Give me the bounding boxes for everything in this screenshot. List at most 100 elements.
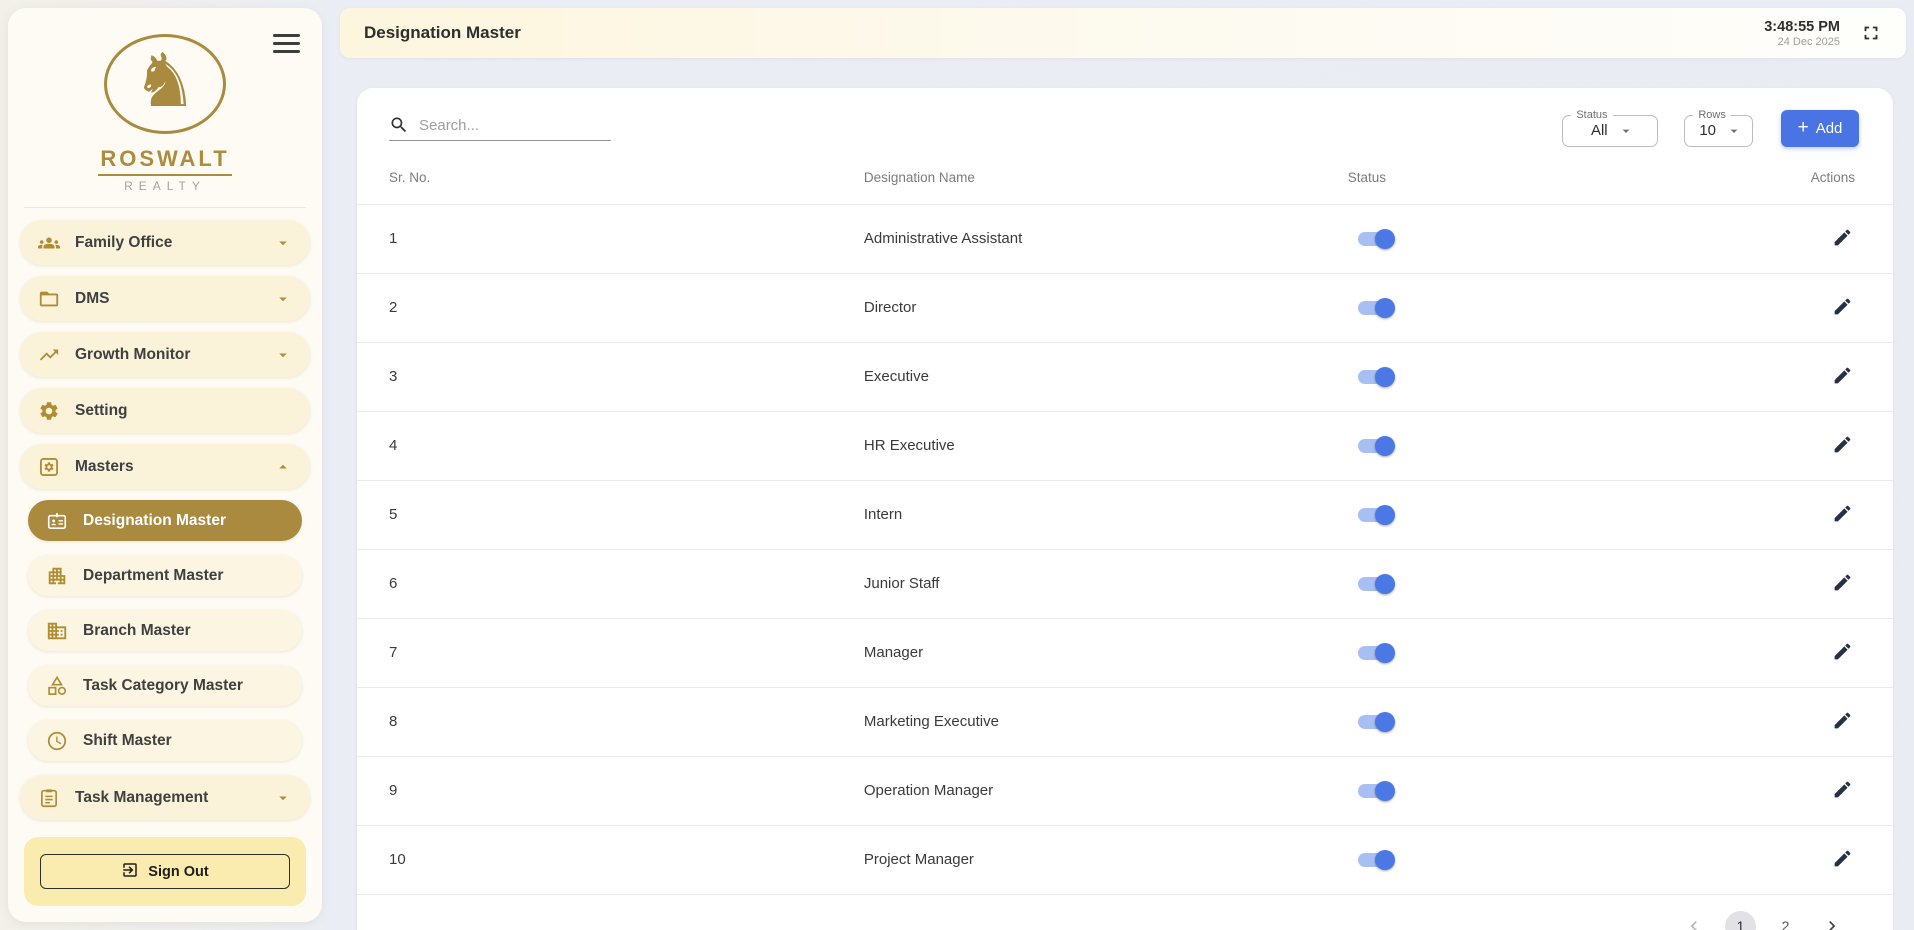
cell-status: [1348, 825, 1755, 894]
clock: 3:48:55 PM 24 Dec 2025: [1764, 19, 1840, 48]
cell-designation-name: Junior Staff: [864, 549, 1348, 618]
status-toggle[interactable]: [1358, 643, 1395, 663]
clock-icon: [46, 730, 68, 752]
status-toggle[interactable]: [1358, 574, 1395, 594]
sidebar-item-label: Setting: [75, 402, 128, 420]
cell-sr-no: 4: [357, 411, 864, 480]
table-row: 7 Manager: [357, 618, 1893, 687]
sign-out-button[interactable]: Sign Out: [40, 854, 290, 889]
chevron-right-icon: [1822, 916, 1842, 930]
cell-status: [1348, 342, 1755, 411]
sidebar: ♞ ROSWALT REALTY Family Office DMS Growt…: [8, 8, 322, 922]
pencil-icon: [1832, 503, 1853, 524]
edit-button[interactable]: [1830, 294, 1855, 322]
sidebar-item-setting[interactable]: Setting: [20, 388, 310, 433]
status-toggle[interactable]: [1358, 781, 1395, 801]
cell-designation-name: Administrative Assistant: [864, 204, 1348, 273]
edit-button[interactable]: [1830, 432, 1855, 460]
sidebar-item-branch-master[interactable]: Branch Master: [28, 610, 302, 651]
badge-icon: [46, 510, 68, 532]
sidebar-item-label: Designation Master: [83, 512, 226, 530]
cell-sr-no: 2: [357, 273, 864, 342]
brand-tagline: REALTY: [124, 179, 206, 193]
edit-button[interactable]: [1830, 846, 1855, 874]
sidebar-item-dms[interactable]: DMS: [20, 276, 310, 321]
sidebar-item-label: Branch Master: [83, 622, 191, 640]
edit-button[interactable]: [1830, 570, 1855, 598]
cell-sr-no: 3: [357, 342, 864, 411]
toolbar: Status All Rows 10 + Add: [357, 88, 1893, 150]
edit-button[interactable]: [1830, 639, 1855, 667]
previous-page-button[interactable]: [1679, 911, 1709, 930]
sidebar-item-designation-master[interactable]: Designation Master: [28, 500, 302, 541]
edit-button[interactable]: [1830, 777, 1855, 805]
status-toggle[interactable]: [1358, 367, 1395, 387]
edit-button[interactable]: [1830, 225, 1855, 253]
fullscreen-icon[interactable]: [1860, 22, 1882, 44]
pencil-icon: [1832, 227, 1853, 248]
sidebar-item-label: Shift Master: [83, 732, 172, 750]
cell-actions: [1755, 618, 1893, 687]
column-header-sr-no: Sr. No.: [357, 152, 864, 204]
clipboard-icon: [38, 787, 60, 809]
status-toggle[interactable]: [1358, 850, 1395, 870]
divider: [24, 207, 306, 208]
page-title: Designation Master: [364, 23, 521, 43]
sidebar-item-growth-monitor[interactable]: Growth Monitor: [20, 332, 310, 377]
pencil-icon: [1832, 434, 1853, 455]
chevron-down-icon: [274, 290, 292, 308]
sidebar-item-task-management[interactable]: Task Management: [20, 775, 310, 820]
cell-designation-name: Intern: [864, 480, 1348, 549]
category-icon: [46, 675, 68, 697]
edit-button[interactable]: [1830, 363, 1855, 391]
pencil-icon: [1832, 365, 1853, 386]
status-toggle[interactable]: [1358, 298, 1395, 318]
next-page-button[interactable]: [1817, 911, 1847, 930]
cell-actions: [1755, 204, 1893, 273]
cell-actions: [1755, 273, 1893, 342]
cell-status: [1348, 756, 1755, 825]
status-filter-select[interactable]: Status All: [1562, 109, 1658, 147]
search-box: [389, 115, 611, 141]
page-button-1[interactable]: 1: [1725, 911, 1756, 930]
family-office-icon: [38, 232, 60, 254]
cell-actions: [1755, 411, 1893, 480]
sidebar-item-shift-master[interactable]: Shift Master: [28, 720, 302, 761]
cell-sr-no: 7: [357, 618, 864, 687]
cell-designation-name: Executive: [864, 342, 1348, 411]
sidebar-item-family-office[interactable]: Family Office: [20, 220, 310, 265]
column-header-status: Status: [1348, 152, 1755, 204]
pencil-icon: [1832, 572, 1853, 593]
gear-icon: [38, 400, 60, 422]
clock-time: 3:48:55 PM: [1764, 19, 1840, 35]
sidebar-item-label: DMS: [75, 290, 109, 308]
status-toggle[interactable]: [1358, 712, 1395, 732]
search-input[interactable]: [419, 117, 611, 134]
status-toggle[interactable]: [1358, 229, 1395, 249]
status-toggle[interactable]: [1358, 505, 1395, 525]
rows-per-page-select[interactable]: Rows 10: [1684, 109, 1753, 147]
cell-status: [1348, 549, 1755, 618]
cell-status: [1348, 480, 1755, 549]
table-header-row: Sr. No. Designation Name Status Actions: [357, 152, 1893, 204]
cell-actions: [1755, 687, 1893, 756]
brand-logo: ♞: [104, 34, 226, 134]
table-row: 2 Director: [357, 273, 1893, 342]
add-button[interactable]: + Add: [1781, 110, 1859, 147]
table-row: 9 Operation Manager: [357, 756, 1893, 825]
sidebar-item-label: Growth Monitor: [75, 346, 190, 364]
page-button-2[interactable]: 2: [1770, 911, 1801, 930]
branch-icon: [46, 620, 68, 642]
trending-up-icon: [38, 344, 60, 366]
sidebar-item-masters[interactable]: Masters: [20, 444, 310, 489]
pencil-icon: [1832, 641, 1853, 662]
pencil-icon: [1832, 710, 1853, 731]
status-toggle[interactable]: [1358, 436, 1395, 456]
hamburger-menu-icon[interactable]: [273, 34, 300, 53]
sidebar-item-department-master[interactable]: Department Master: [28, 555, 302, 596]
cell-sr-no: 10: [357, 825, 864, 894]
cell-status: [1348, 273, 1755, 342]
edit-button[interactable]: [1830, 501, 1855, 529]
sidebar-item-task-category-master[interactable]: Task Category Master: [28, 665, 302, 706]
edit-button[interactable]: [1830, 708, 1855, 736]
